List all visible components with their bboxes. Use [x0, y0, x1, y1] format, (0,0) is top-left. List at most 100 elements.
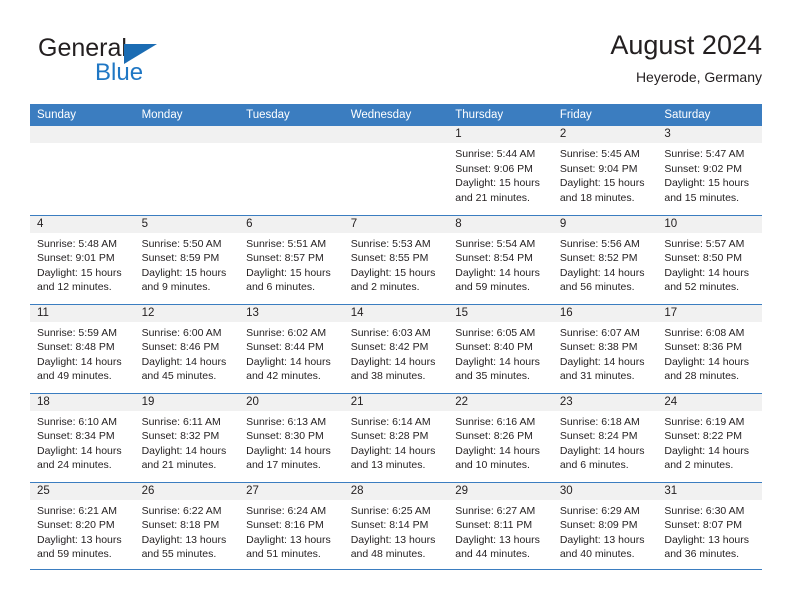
calendar-day-cell[interactable]: 22 Sunrise: 6:16 AM Sunset: 8:26 PM Dayligh… — [448, 392, 553, 482]
sunset-text: Sunset: 8:54 PM — [455, 252, 533, 265]
sunset-text: Sunset: 8:52 PM — [559, 252, 638, 265]
calendar-day-cell[interactable]: 31 Sunrise: 6:30 AM Sunset: 8:07 PM Dayligh… — [657, 481, 762, 571]
sunset-text: Sunset: 8:22 PM — [664, 430, 743, 443]
sunset-text: Sunset: 8:14 PM — [350, 519, 429, 532]
sunrise-text: Sunrise: 5:44 AM — [455, 148, 536, 160]
daylight-text-line2: and 40 minutes. — [559, 548, 635, 561]
calendar-day-cell[interactable]: 9 Sunrise: 5:56 AM Sunset: 8:52 PM Daylight… — [552, 214, 658, 304]
daylight-text-line2: and 56 minutes. — [559, 281, 635, 294]
calendar-day-cell[interactable]: 4 Sunrise: 5:48 AM Sunset: 9:01 PM Daylight… — [30, 214, 135, 304]
sunset-text: Sunset: 8:28 PM — [350, 430, 429, 443]
day-details: Sunrise: 5:51 AM Sunset: 8:57 PM Daylight:… — [239, 233, 344, 295]
brand-logo[interactable]: General Blue — [38, 34, 258, 92]
daylight-text-line1: Daylight: 15 hours — [664, 177, 750, 190]
day-number: 3 — [657, 126, 762, 143]
sunrise-text: Sunrise: 6:02 AM — [246, 326, 327, 339]
day-number: 8 — [448, 215, 553, 233]
sunrise-text: Sunrise: 5:45 AM — [559, 148, 640, 160]
calendar-day-cell[interactable]: 21 Sunrise: 6:14 AM Sunset: 8:28 PM Dayligh… — [343, 392, 449, 482]
calendar-day-cell[interactable]: 13 Sunrise: 6:02 AM Sunset: 8:44 PM Dayligh… — [239, 303, 344, 393]
day-details: Sunrise: 5:44 AM Sunset: 9:06 PM Daylight:… — [448, 143, 553, 205]
daylight-text-line1: Daylight: 13 hours — [664, 533, 750, 546]
day-number: 28 — [343, 482, 449, 500]
weekday-header-wednesday: Wednesday — [343, 104, 449, 126]
daylight-text-line2: and 44 minutes. — [455, 548, 530, 561]
calendar-day-cell[interactable]: 1 Sunrise: 5:44 AM Sunset: 9:06 PM Daylight… — [448, 126, 553, 215]
calendar-day-cell[interactable]: 29 Sunrise: 6:27 AM Sunset: 8:11 PM Dayligh… — [448, 481, 553, 571]
day-number: 25 — [30, 482, 135, 500]
daylight-text-line2: and 35 minutes. — [455, 370, 530, 383]
daylight-text-line2: and 28 minutes. — [664, 370, 740, 383]
calendar-day-cell[interactable]: 23 Sunrise: 6:18 AM Sunset: 8:24 PM Dayligh… — [552, 392, 658, 482]
calendar-week-row: 25 Sunrise: 6:21 AM Sunset: 8:20 PM Dayligh… — [30, 481, 762, 571]
calendar-day-cell[interactable]: 5 Sunrise: 5:50 AM Sunset: 8:59 PM Daylight… — [134, 214, 240, 304]
sunrise-text: Sunrise: 6:07 AM — [559, 326, 640, 339]
calendar-day-cell[interactable]: 10 Sunrise: 5:57 AM Sunset: 8:50 PM Dayligh… — [657, 214, 762, 304]
day-details: Sunrise: 6:10 AM Sunset: 8:34 PM Daylight:… — [30, 411, 135, 473]
daylight-text-line2: and 17 minutes. — [246, 459, 321, 472]
calendar-day-cell[interactable]: 2 Sunrise: 5:45 AM Sunset: 9:04 PM Daylight… — [552, 126, 658, 215]
calendar-day-cell[interactable]: 11 Sunrise: 5:59 AM Sunset: 8:48 PM Dayligh… — [30, 303, 135, 393]
day-details: Sunrise: 5:48 AM Sunset: 9:01 PM Daylight:… — [30, 233, 135, 295]
sunrise-text: Sunrise: 6:05 AM — [455, 326, 536, 339]
calendar-day-cell[interactable]: 15 Sunrise: 6:05 AM Sunset: 8:40 PM Dayligh… — [448, 303, 553, 393]
calendar-day-cell[interactable]: 3 Sunrise: 5:47 AM Sunset: 9:02 PM Daylight… — [657, 126, 762, 215]
daylight-text-line2: and 24 minutes. — [37, 459, 112, 472]
day-details: Sunrise: 5:57 AM Sunset: 8:50 PM Daylight:… — [657, 233, 762, 295]
calendar-day-cell[interactable]: 8 Sunrise: 5:54 AM Sunset: 8:54 PM Daylight… — [448, 214, 553, 304]
sunset-text: Sunset: 8:59 PM — [141, 252, 220, 265]
sunrise-text: Sunrise: 6:22 AM — [141, 504, 222, 517]
sunrise-text: Sunrise: 5:56 AM — [559, 237, 640, 250]
calendar-day-cell[interactable]: 12 Sunrise: 6:00 AM Sunset: 8:46 PM Dayligh… — [134, 303, 240, 393]
calendar-day-cell[interactable]: 16 Sunrise: 6:07 AM Sunset: 8:38 PM Dayligh… — [552, 303, 658, 393]
sunset-text: Sunset: 8:57 PM — [246, 252, 324, 265]
sunrise-text: Sunrise: 5:54 AM — [455, 237, 536, 250]
weekday-header-friday: Friday — [552, 104, 658, 126]
sunset-text: Sunset: 8:36 PM — [664, 341, 743, 354]
brand-name-blue: Blue — [95, 59, 144, 86]
sunset-text: Sunset: 9:06 PM — [455, 162, 533, 175]
daylight-text-line2: and 55 minutes. — [141, 548, 217, 561]
weekday-header-tuesday: Tuesday — [239, 104, 344, 126]
calendar-body: 1 Sunrise: 5:44 AM Sunset: 9:06 PM Daylight… — [30, 126, 762, 571]
daylight-text-line2: and 59 minutes. — [455, 281, 530, 294]
day-number — [239, 126, 344, 143]
sunset-text: Sunset: 8:48 PM — [37, 341, 115, 354]
calendar-day-cell[interactable]: 7 Sunrise: 5:53 AM Sunset: 8:55 PM Daylight… — [343, 214, 449, 304]
calendar-day-cell[interactable]: 17 Sunrise: 6:08 AM Sunset: 8:36 PM Dayligh… — [657, 303, 762, 393]
day-number: 13 — [239, 304, 344, 322]
calendar-cell-empty — [343, 126, 449, 215]
daylight-text-line2: and 9 minutes. — [141, 281, 211, 294]
daylight-text-line1: Daylight: 14 hours — [559, 444, 645, 457]
weekday-header-row: Sunday Monday Tuesday Wednesday Thursday… — [30, 104, 762, 126]
daylight-text-line1: Daylight: 15 hours — [559, 177, 645, 190]
sunrise-text: Sunrise: 6:14 AM — [350, 415, 431, 428]
sunset-text: Sunset: 9:02 PM — [664, 162, 743, 175]
calendar-day-cell[interactable]: 14 Sunrise: 6:03 AM Sunset: 8:42 PM Dayligh… — [343, 303, 449, 393]
daylight-text-line2: and 15 minutes. — [664, 191, 740, 204]
sunrise-text: Sunrise: 5:57 AM — [664, 237, 745, 250]
day-number: 18 — [30, 393, 135, 411]
day-details: Sunrise: 6:24 AM Sunset: 8:16 PM Daylight:… — [239, 500, 344, 562]
calendar-day-cell[interactable]: 27 Sunrise: 6:24 AM Sunset: 8:16 PM Dayligh… — [239, 481, 344, 571]
sunset-text: Sunset: 8:50 PM — [664, 252, 743, 265]
calendar-day-cell[interactable]: 25 Sunrise: 6:21 AM Sunset: 8:20 PM Dayligh… — [30, 481, 135, 571]
calendar-day-cell[interactable]: 26 Sunrise: 6:22 AM Sunset: 8:18 PM Dayligh… — [134, 481, 240, 571]
day-number: 20 — [239, 393, 344, 411]
calendar-day-cell[interactable]: 30 Sunrise: 6:29 AM Sunset: 8:09 PM Dayligh… — [552, 481, 658, 571]
day-details: Sunrise: 5:56 AM Sunset: 8:52 PM Daylight:… — [553, 233, 658, 295]
calendar-day-cell[interactable]: 24 Sunrise: 6:19 AM Sunset: 8:22 PM Dayligh… — [657, 392, 762, 482]
calendar-day-cell[interactable]: 18 Sunrise: 6:10 AM Sunset: 8:34 PM Dayligh… — [30, 392, 135, 482]
calendar-day-cell[interactable]: 20 Sunrise: 6:13 AM Sunset: 8:30 PM Dayligh… — [239, 392, 344, 482]
sunset-text: Sunset: 8:07 PM — [664, 519, 743, 532]
calendar-day-cell[interactable]: 28 Sunrise: 6:25 AM Sunset: 8:14 PM Dayligh… — [343, 481, 449, 571]
calendar-day-cell[interactable]: 19 Sunrise: 6:11 AM Sunset: 8:32 PM Dayligh… — [134, 392, 240, 482]
calendar-day-cell[interactable]: 6 Sunrise: 5:51 AM Sunset: 8:57 PM Daylight… — [239, 214, 344, 304]
daylight-text-line1: Daylight: 14 hours — [246, 355, 331, 368]
sunset-text: Sunset: 8:40 PM — [455, 341, 533, 354]
sunset-text: Sunset: 8:44 PM — [246, 341, 324, 354]
calendar-cell-empty — [239, 126, 344, 215]
daylight-text-line2: and 59 minutes. — [37, 548, 112, 561]
daylight-text-line1: Daylight: 14 hours — [559, 266, 645, 279]
calendar-grid: Sunday Monday Tuesday Wednesday Thursday… — [30, 104, 762, 571]
